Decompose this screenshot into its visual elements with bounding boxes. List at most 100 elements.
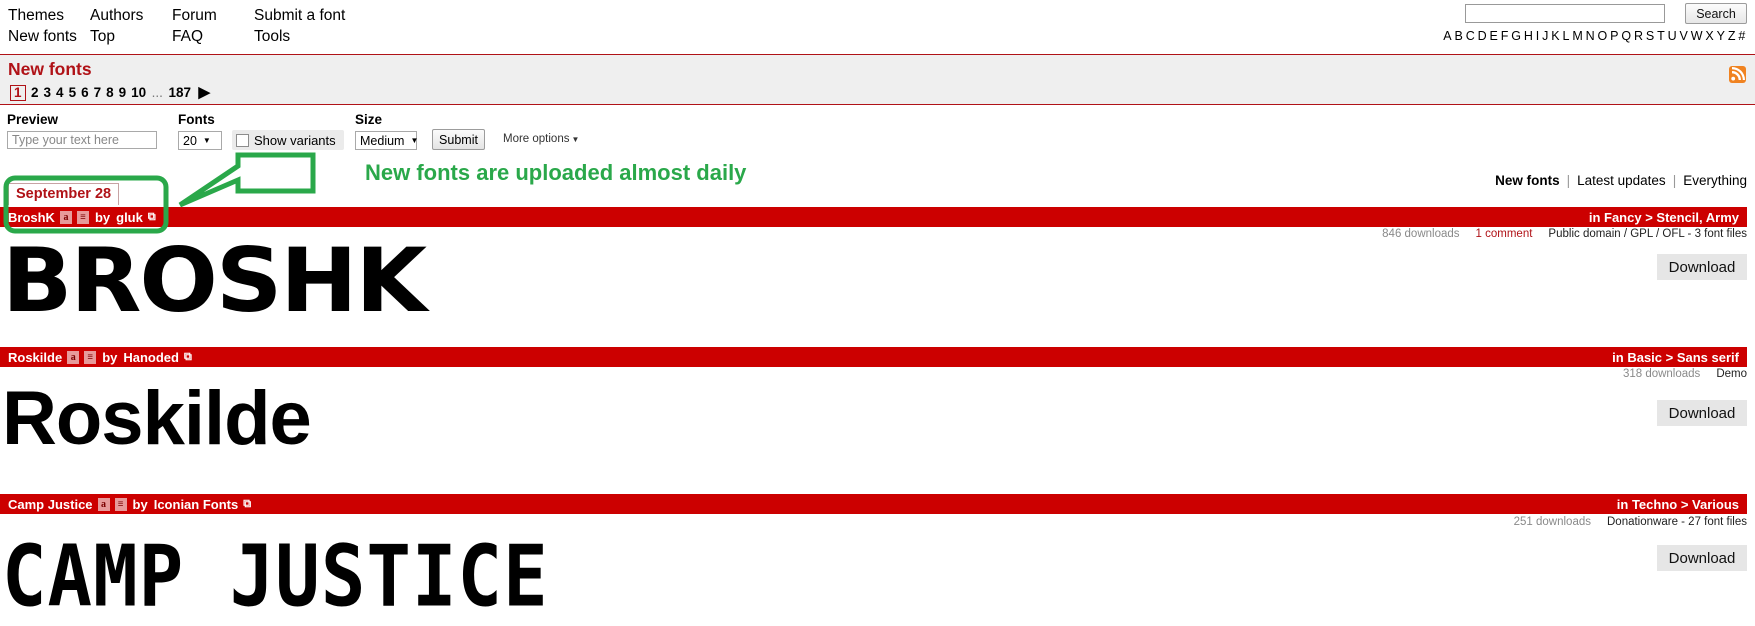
preview-controls: Preview Fonts 20 ▼ Show variants Size Me…: [0, 112, 1755, 162]
preview-label: Preview: [7, 112, 59, 127]
download-button-2[interactable]: Download: [1657, 400, 1747, 426]
font-author-link-2[interactable]: Hanoded: [123, 350, 179, 365]
font-preview-badge-icon[interactable]: a: [97, 497, 110, 511]
font-license-2: Demo: [1716, 368, 1747, 380]
alpha-link-J[interactable]: J: [1541, 29, 1550, 43]
pagination-page-3[interactable]: 3: [44, 85, 52, 100]
download-button-1[interactable]: Download: [1657, 254, 1747, 280]
font-preview-badge-icon[interactable]: a: [59, 210, 72, 224]
font-license-3: Donationware - 27 font files: [1607, 516, 1747, 528]
font-category-1[interactable]: in Fancy > Stencil, Army: [1589, 210, 1739, 225]
size-select[interactable]: Medium ▼: [355, 131, 419, 150]
font-waterfall-badge-icon[interactable]: ≡: [114, 497, 127, 511]
nav-link-forum[interactable]: Forum: [172, 5, 254, 26]
font-entry-bar-2: Roskilde a ≡ by Hanoded ⧉ in Basic > San…: [0, 347, 1747, 367]
fonts-per-page-value: 20: [183, 133, 197, 148]
nav-link-themes[interactable]: Themes: [8, 5, 90, 26]
alpha-link-A[interactable]: A: [1442, 29, 1453, 43]
filter-everything[interactable]: Everything: [1683, 173, 1747, 188]
alpha-link-Z[interactable]: Z: [1727, 29, 1738, 43]
external-link-icon[interactable]: ⧉: [148, 211, 156, 224]
font-meta-row-3: 251 downloads Donationware - 27 font file…: [1514, 516, 1747, 528]
font-author-link-1[interactable]: gluk: [116, 210, 143, 225]
pagination-page-2[interactable]: 2: [31, 85, 39, 100]
nav-link-top[interactable]: Top: [90, 26, 172, 47]
font-specimen-2: Roskilde: [2, 376, 312, 461]
alpha-link-D[interactable]: D: [1476, 29, 1488, 43]
pagination-page-6[interactable]: 6: [81, 85, 89, 100]
alpha-link-hash[interactable]: #: [1737, 29, 1747, 43]
pagination-page-5[interactable]: 5: [69, 85, 77, 100]
alpha-link-U[interactable]: U: [1666, 29, 1678, 43]
nav-link-faq[interactable]: FAQ: [172, 26, 254, 47]
pagination-page-7[interactable]: 7: [94, 85, 102, 100]
size-value: Medium: [360, 133, 405, 148]
font-category-3[interactable]: in Techno > Various: [1617, 497, 1739, 512]
nav-link-tools[interactable]: Tools: [254, 26, 374, 47]
font-comments-link-1[interactable]: 1 comment: [1476, 228, 1533, 240]
show-variants-checkbox[interactable]: [236, 133, 249, 147]
more-options-label: More options: [503, 133, 570, 145]
alpha-link-O[interactable]: O: [1596, 29, 1609, 43]
font-author-link-3[interactable]: Iconian Fonts: [154, 497, 239, 512]
download-button-3[interactable]: Download: [1657, 545, 1747, 571]
nav-column-3: Forum FAQ: [172, 5, 254, 47]
alpha-link-H[interactable]: H: [1523, 29, 1535, 43]
nav-link-submit-a-font[interactable]: Submit a font: [254, 5, 374, 26]
alpha-link-K[interactable]: K: [1550, 29, 1561, 43]
alpha-link-Q[interactable]: Q: [1620, 29, 1633, 43]
more-options-toggle[interactable]: More options ▼: [503, 133, 579, 145]
chevron-down-icon: ▼: [410, 135, 419, 145]
font-downloads-2: 318 downloads: [1622, 368, 1701, 380]
alpha-link-F[interactable]: F: [1500, 29, 1511, 43]
fonts-per-page-select[interactable]: 20 ▼: [178, 131, 222, 150]
font-preview-badge-icon[interactable]: a: [67, 350, 80, 364]
pagination-page-8[interactable]: 8: [106, 85, 114, 100]
alpha-link-V[interactable]: V: [1678, 29, 1689, 43]
font-name-link-2[interactable]: Roskilde: [8, 350, 62, 365]
preview-text-input[interactable]: [7, 131, 157, 149]
font-name-link-3[interactable]: Camp Justice: [8, 497, 93, 512]
alpha-link-B[interactable]: B: [1453, 29, 1464, 43]
filter-latest-updates[interactable]: Latest updates: [1577, 173, 1666, 188]
rss-icon[interactable]: [1729, 66, 1746, 83]
show-variants-toggle[interactable]: Show variants: [232, 130, 344, 150]
search-button[interactable]: Search: [1685, 3, 1747, 24]
alpha-link-L[interactable]: L: [1561, 29, 1571, 43]
pagination-next-icon[interactable]: ▶: [198, 84, 210, 101]
alpha-link-W[interactable]: W: [1690, 29, 1705, 43]
filter-new-fonts[interactable]: New fonts: [1495, 173, 1560, 188]
alpha-link-P[interactable]: P: [1609, 29, 1620, 43]
search-input[interactable]: [1465, 4, 1665, 23]
alpha-link-M[interactable]: M: [1571, 29, 1584, 43]
font-category-2[interactable]: in Basic > Sans serif: [1612, 350, 1739, 365]
pagination-page-4[interactable]: 4: [56, 85, 64, 100]
alpha-link-C[interactable]: C: [1465, 29, 1477, 43]
font-entry-bar-3: Camp Justice a ≡ by Iconian Fonts ⧉ in T…: [0, 494, 1747, 514]
pagination-last-page[interactable]: 187: [168, 85, 191, 100]
external-link-icon[interactable]: ⧉: [243, 498, 251, 511]
pagination-ellipsis: ...: [151, 85, 163, 100]
alpha-link-T[interactable]: T: [1656, 29, 1667, 43]
annotation-text: New fonts are uploaded almost daily: [365, 160, 747, 185]
alpha-link-S[interactable]: S: [1645, 29, 1656, 43]
alpha-link-Y[interactable]: Y: [1715, 29, 1726, 43]
external-link-icon[interactable]: ⧉: [184, 351, 192, 364]
alpha-link-R[interactable]: R: [1633, 29, 1645, 43]
alpha-link-I[interactable]: I: [1535, 29, 1541, 43]
font-waterfall-badge-icon[interactable]: ≡: [76, 210, 89, 224]
alpha-link-G[interactable]: G: [1510, 29, 1523, 43]
submit-button[interactable]: Submit: [432, 129, 485, 150]
nav-link-authors[interactable]: Authors: [90, 5, 172, 26]
nav-column-1: Themes New fonts: [8, 5, 90, 47]
alpha-link-E[interactable]: E: [1488, 29, 1499, 43]
pagination-page-10[interactable]: 10: [131, 85, 146, 100]
nav-link-new-fonts[interactable]: New fonts: [8, 26, 90, 47]
alpha-link-X[interactable]: X: [1704, 29, 1715, 43]
chevron-down-icon: ▼: [202, 135, 211, 145]
fonts-count-label: Fonts: [178, 112, 215, 127]
font-name-link-1[interactable]: BroshK: [8, 210, 55, 225]
font-waterfall-badge-icon[interactable]: ≡: [84, 350, 97, 364]
pagination-page-9[interactable]: 9: [119, 85, 127, 100]
alpha-link-N[interactable]: N: [1584, 29, 1596, 43]
